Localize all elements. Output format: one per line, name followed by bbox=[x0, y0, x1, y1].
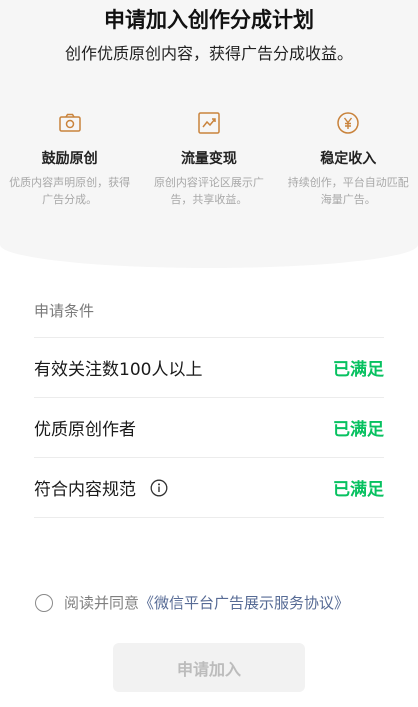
condition-status: 已满足 bbox=[333, 420, 384, 440]
feature-income: 稳定收入 持续创作，平台自动匹配海量广告。 bbox=[279, 110, 418, 208]
condition-label-wrap: 符合内容规范 bbox=[34, 475, 168, 500]
yen-coin-icon bbox=[337, 112, 359, 134]
hero-banner: 申请加入创作分成计划 创作优质原创内容，获得广告分成收益。 鼓励原创 优质内容声… bbox=[0, 0, 418, 268]
trend-chart-icon bbox=[198, 112, 220, 134]
feature-title: 鼓励原创 bbox=[41, 151, 98, 167]
condition-row-content-rules: 符合内容规范 已满足 bbox=[34, 457, 384, 518]
page-subtitle: 创作优质原创内容，获得广告分成收益。 bbox=[64, 44, 353, 63]
camera-icon bbox=[58, 113, 81, 132]
conditions-list: 有效关注数100人以上 已满足 优质原创作者 已满足 符合内容规范 已满足 bbox=[34, 337, 384, 518]
condition-label: 符合内容规范 bbox=[34, 480, 136, 500]
feature-title: 流量变现 bbox=[180, 151, 237, 167]
condition-status: 已满足 bbox=[333, 360, 384, 380]
condition-label: 优质原创作者 bbox=[34, 420, 136, 440]
apply-button[interactable]: 申请加入 bbox=[113, 643, 305, 692]
agree-checkbox[interactable] bbox=[35, 593, 53, 612]
agreement-link[interactable]: 《微信平台广告展示服务协议》 bbox=[139, 592, 349, 613]
feature-original: 鼓励原创 优质内容声明原创，获得广告分成。 bbox=[0, 110, 139, 208]
conditions-heading: 申请条件 bbox=[34, 302, 95, 320]
feature-list: 鼓励原创 优质内容声明原创，获得广告分成。 流量变现 原创内容评论区展示广告，共… bbox=[0, 110, 418, 208]
condition-label: 有效关注数100人以上 bbox=[34, 360, 203, 380]
condition-row-original-author: 优质原创作者 已满足 bbox=[34, 397, 384, 457]
page-title: 申请加入创作分成计划 bbox=[104, 8, 314, 32]
feature-desc: 原创内容评论区展示广告，共享收益。 bbox=[153, 176, 264, 206]
feature-desc: 优质内容声明原创，获得广告分成。 bbox=[9, 176, 131, 206]
info-icon[interactable] bbox=[150, 479, 168, 497]
condition-row-followers: 有效关注数100人以上 已满足 bbox=[34, 337, 384, 397]
feature-monetize: 流量变现 原创内容评论区展示广告，共享收益。 bbox=[139, 110, 278, 208]
feature-desc: 持续创作，平台自动匹配海量广告。 bbox=[287, 176, 409, 206]
agreement-row: 阅读并同意 《微信平台广告展示服务协议》 bbox=[35, 592, 349, 613]
condition-status: 已满足 bbox=[333, 480, 384, 500]
feature-title: 稳定收入 bbox=[320, 151, 377, 167]
agreement-prefix: 阅读并同意 bbox=[64, 594, 140, 612]
